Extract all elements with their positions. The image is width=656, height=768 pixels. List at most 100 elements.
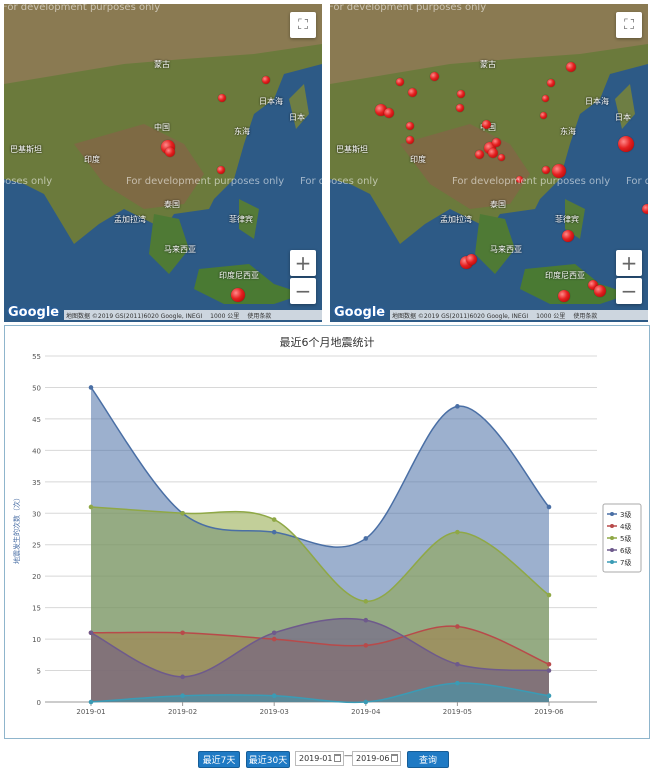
place-label: 日本 [615,113,631,122]
legend-marker [610,512,614,516]
attribution-text: 地图数据 ©2019 GS(2011)6020 Google, INEGI [392,312,529,320]
earthquake-map-left[interactable]: 蒙古 日本海 中国 东海 巴基斯坦 印度 孟加拉湾 泰国 菲律宾 马来西亚 印度… [4,4,322,322]
y-tick-label: 30 [32,510,41,518]
earthquake-marker[interactable] [231,288,245,302]
earthquake-marker[interactable] [396,78,404,86]
earthquake-marker[interactable] [406,122,414,130]
data-point [363,699,369,705]
earthquake-marker[interactable] [488,148,498,158]
data-point [455,404,460,409]
place-label: 中国 [154,123,170,132]
map-terrain [330,4,648,322]
start-date-input[interactable]: 2019-01 [295,751,344,766]
calendar-icon[interactable] [334,754,341,762]
google-logo: Google [8,305,60,320]
x-tick-label: 2019-01 [76,708,105,716]
earthquake-marker[interactable] [430,72,439,81]
end-date-value: 2019-06 [356,754,390,763]
earthquake-marker[interactable] [566,62,576,72]
dev-watermark: For development purposes only [452,176,611,187]
earthquake-marker[interactable] [562,230,574,242]
terms-link[interactable]: 使用条款 [247,311,271,320]
legend-label: 3级 [620,510,631,519]
earthquake-marker[interactable] [482,120,491,129]
x-tick-label: 2019-04 [351,708,381,716]
earthquake-marker[interactable] [456,104,464,112]
fullscreen-button[interactable]: ⛶ [290,12,316,38]
y-tick-label: 15 [32,605,41,613]
data-point [363,643,369,648]
legend-marker [610,548,614,552]
data-point [363,536,369,541]
data-point [455,529,460,535]
zoom-out-button[interactable]: − [616,278,642,304]
earthquake-marker[interactable] [218,94,226,102]
fullscreen-button[interactable]: ⛶ [616,12,642,38]
x-tick-label: 2019-05 [443,708,472,716]
area-chart: 最近6个月地震统计 0 5 10 15 20 25 30 35 40 45 50 55 2019-01 20… [12,336,642,716]
zoom-in-button[interactable]: + [616,250,642,276]
earthquake-marker[interactable] [457,90,465,98]
earthquake-marker[interactable] [498,154,505,161]
data-point [88,630,94,636]
last-30-days-button[interactable]: 最近30天 [246,751,290,768]
earthquake-marker[interactable] [594,285,606,297]
y-tick-label: 35 [32,479,41,487]
data-point [546,668,552,673]
map-terrain [4,4,322,322]
y-tick-label: 40 [32,447,41,455]
place-label: 巴基斯坦 [10,145,42,154]
data-point [180,510,185,516]
earthquake-marker[interactable] [384,108,394,118]
data-point [271,517,277,522]
zoom-in-button[interactable]: + [290,250,316,276]
earthquake-marker[interactable] [475,150,484,159]
terms-link[interactable]: 使用条款 [573,311,597,320]
place-label: 日本海 [259,97,283,106]
query-button[interactable]: 查询 [407,751,449,768]
y-tick-label: 50 [32,384,41,392]
data-point [455,680,460,686]
zoom-out-button[interactable]: − [290,278,316,304]
earthquake-marker[interactable] [492,138,501,147]
chart-title: 最近6个月地震统计 [280,336,375,349]
place-label: 菲律宾 [229,215,253,224]
earthquake-marker[interactable] [618,136,634,152]
earthquake-marker[interactable] [540,112,547,119]
earthquake-marker[interactable] [558,290,570,302]
earthquake-marker[interactable] [408,88,417,97]
x-tick-label: 2019-06 [534,708,564,716]
query-toolbar: 最近7天 最近30天 2019-01 — 2019-06 查询 [0,751,656,768]
place-label: 马来西亚 [164,245,196,254]
earthquake-marker[interactable] [642,204,648,214]
earthquake-marker[interactable] [406,136,414,144]
earthquake-chart-panel: 最近6个月地震统计 0 5 10 15 20 25 30 35 40 45 50 55 2019-01 20… [4,325,650,739]
earthquake-marker[interactable] [262,76,270,84]
data-point [180,693,185,699]
data-point [546,693,552,699]
last-7-days-button[interactable]: 最近7天 [198,751,240,768]
place-label: 巴基斯坦 [336,145,368,154]
earthquake-marker[interactable] [165,147,175,157]
data-point [271,630,277,636]
place-label: 泰国 [490,200,506,209]
scale-label: 1000 公里 [536,312,566,320]
data-point [88,385,94,390]
y-tick-label: 10 [32,636,41,644]
earthquake-marker[interactable] [466,254,477,265]
earthquake-map-right[interactable]: 蒙古 日本海 中国 东海 巴基斯坦 印度 孟加拉湾 泰国 菲律宾 马来西亚 印度… [330,4,648,322]
earthquake-marker[interactable] [547,79,555,87]
earthquake-marker[interactable] [217,166,225,174]
place-label: 蒙古 [154,60,170,69]
earthquake-marker[interactable] [542,166,550,174]
calendar-icon[interactable] [391,754,398,762]
end-date-input[interactable]: 2019-06 [352,751,401,766]
google-logo: Google [334,305,386,320]
data-point [88,699,94,705]
dev-watermark: For development purposes only [626,176,648,187]
fullscreen-icon: ⛶ [624,17,634,33]
place-label: 日本 [289,113,305,122]
earthquake-marker[interactable] [542,95,549,102]
place-label: 马来西亚 [490,245,522,254]
data-point [455,624,460,629]
